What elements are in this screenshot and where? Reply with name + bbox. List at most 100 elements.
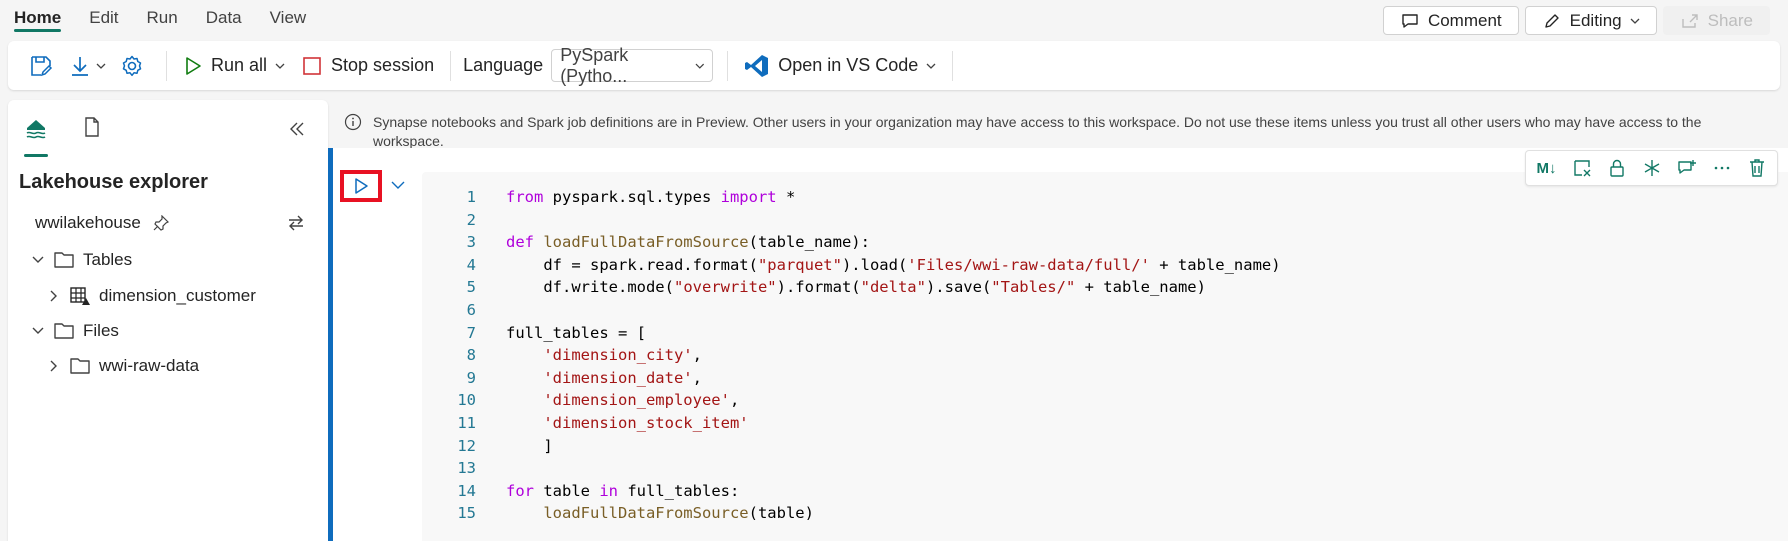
collapse-cell-button[interactable] bbox=[390, 178, 406, 197]
run-all-button[interactable]: Run all bbox=[175, 55, 293, 77]
chevron-down-icon bbox=[1630, 18, 1640, 24]
convert-markdown-button[interactable]: M↓ bbox=[1532, 154, 1561, 183]
download-button[interactable] bbox=[68, 53, 106, 79]
string-literal: "Tables/" bbox=[991, 278, 1076, 297]
line-number: 12 bbox=[457, 436, 476, 455]
editing-mode-button[interactable]: Editing bbox=[1524, 6, 1657, 35]
menu-data[interactable]: Data bbox=[192, 0, 256, 38]
delta-table-icon bbox=[70, 287, 90, 305]
menu-run[interactable]: Run bbox=[133, 0, 192, 38]
editing-label: Editing bbox=[1569, 10, 1622, 30]
code-token: ).save( bbox=[925, 278, 992, 297]
lakehouse-selector[interactable]: wwilakehouse bbox=[35, 213, 305, 233]
tree-label-wwi-raw-data: wwi-raw-data bbox=[99, 356, 200, 375]
tree-label-files: Files bbox=[83, 321, 119, 340]
delete-cell-button[interactable] bbox=[1742, 154, 1771, 183]
code-token: + table_name) bbox=[1075, 278, 1206, 297]
lakehouse-name: wwilakehouse bbox=[35, 213, 141, 232]
folder-icon bbox=[54, 252, 74, 268]
menu-view[interactable]: View bbox=[256, 0, 321, 38]
add-comment-button[interactable] bbox=[1672, 154, 1701, 183]
switch-lakehouse-icon[interactable] bbox=[287, 214, 305, 232]
code-token: , bbox=[729, 391, 740, 410]
folder-icon bbox=[54, 323, 74, 339]
collapse-panel-button[interactable] bbox=[288, 120, 306, 143]
play-icon bbox=[355, 178, 368, 194]
line-number: 7 bbox=[466, 323, 476, 342]
code-line: 4 df = spark.read.format("parquet").load… bbox=[422, 254, 1281, 277]
save-button[interactable] bbox=[28, 53, 54, 79]
keyword: for bbox=[506, 481, 534, 500]
code-line: 10 'dimension_employee', bbox=[422, 389, 1281, 412]
chevron-right-icon bbox=[50, 290, 57, 302]
code-editor[interactable]: 1 from pyspark.sql.types import * 2 3 def … bbox=[422, 172, 1788, 541]
toolbar-divider bbox=[952, 50, 954, 81]
stop-session-button[interactable]: Stop session bbox=[293, 55, 442, 77]
code-token: full_tables: bbox=[618, 481, 740, 500]
code-lines: 1 from pyspark.sql.types import * 2 3 def … bbox=[422, 186, 1281, 525]
settings-button[interactable] bbox=[120, 54, 144, 78]
comment-button[interactable]: Comment bbox=[1382, 6, 1519, 35]
code-cell: 1 from pyspark.sql.types import * 2 3 def … bbox=[328, 148, 1788, 541]
line-number: 8 bbox=[466, 346, 476, 365]
line-number: 14 bbox=[457, 481, 476, 500]
snowflake-icon bbox=[1644, 160, 1659, 176]
line-number: 9 bbox=[466, 368, 476, 387]
share-button[interactable]: Share bbox=[1662, 6, 1770, 35]
tab-lakehouse[interactable] bbox=[22, 116, 50, 157]
freeze-cell-button[interactable] bbox=[1602, 154, 1631, 183]
line-number: 3 bbox=[466, 233, 476, 252]
ribbon-menu: Home Edit Run Data View bbox=[0, 0, 320, 38]
tree-label-tables: Tables bbox=[83, 250, 133, 269]
language-label: Language bbox=[463, 55, 544, 75]
tree-item-wwi-raw-data[interactable]: wwi-raw-data bbox=[47, 356, 199, 376]
clear-output-icon bbox=[1573, 160, 1590, 177]
menu-home[interactable]: Home bbox=[0, 0, 75, 38]
tree-label-dimension-customer: dimension_customer bbox=[99, 286, 256, 305]
chevron-down-icon bbox=[275, 63, 285, 69]
tree-item-files[interactable]: Files bbox=[31, 321, 119, 341]
language-select[interactable]: PySpark (Pytho... bbox=[551, 45, 714, 86]
clear-output-button[interactable] bbox=[1567, 154, 1596, 183]
code-line: 3 def loadFullDataFromSource(table_name): bbox=[422, 231, 1281, 254]
frozen-cell-button[interactable] bbox=[1637, 154, 1666, 183]
preview-banner: Synapse notebooks and Spark job definiti… bbox=[330, 100, 1788, 148]
code-token: ).format( bbox=[776, 278, 861, 297]
open-vscode-button[interactable]: Open in VS Code bbox=[736, 53, 944, 79]
function-name: loadFullDataFromSource bbox=[543, 504, 749, 523]
pencil-icon bbox=[1544, 13, 1559, 28]
tree-item-tables[interactable]: Tables bbox=[31, 250, 132, 270]
banner-message: Synapse notebooks and Spark job definiti… bbox=[373, 114, 1702, 148]
code-token: ).load( bbox=[841, 255, 908, 274]
tab-resources[interactable] bbox=[78, 116, 106, 150]
header-actions: Comment Editing Share bbox=[1382, 6, 1770, 35]
pin-icon[interactable] bbox=[153, 215, 169, 231]
keyword: import bbox=[720, 188, 777, 206]
line-number: 10 bbox=[457, 391, 476, 410]
stop-session-label: Stop session bbox=[331, 55, 435, 75]
line-number: 13 bbox=[457, 459, 476, 478]
code-line: 12 ] bbox=[422, 435, 1281, 458]
chevron-down-icon bbox=[96, 63, 106, 69]
code-token: , bbox=[692, 368, 702, 387]
vscode-icon bbox=[745, 54, 769, 77]
comment-add-icon bbox=[1677, 160, 1696, 174]
code-token: * bbox=[776, 188, 796, 206]
tree-item-dimension-customer[interactable]: dimension_customer bbox=[47, 286, 256, 306]
menu-edit[interactable]: Edit bbox=[75, 0, 132, 38]
run-cell-button[interactable] bbox=[340, 170, 382, 202]
string-literal: "overwrite" bbox=[673, 278, 777, 297]
share-icon bbox=[1681, 13, 1698, 28]
function-name: loadFullDataFromSource bbox=[543, 233, 749, 252]
code-line: 1 from pyspark.sql.types import * bbox=[422, 186, 1281, 209]
more-options-button[interactable] bbox=[1707, 154, 1736, 183]
code-token: df = spark.read.format( bbox=[506, 255, 758, 274]
code-line: 13 bbox=[422, 457, 1281, 480]
line-number: 4 bbox=[466, 255, 476, 274]
share-label: Share bbox=[1707, 10, 1753, 30]
folder-icon bbox=[70, 358, 90, 374]
language-value: PySpark (Pytho... bbox=[560, 44, 629, 86]
